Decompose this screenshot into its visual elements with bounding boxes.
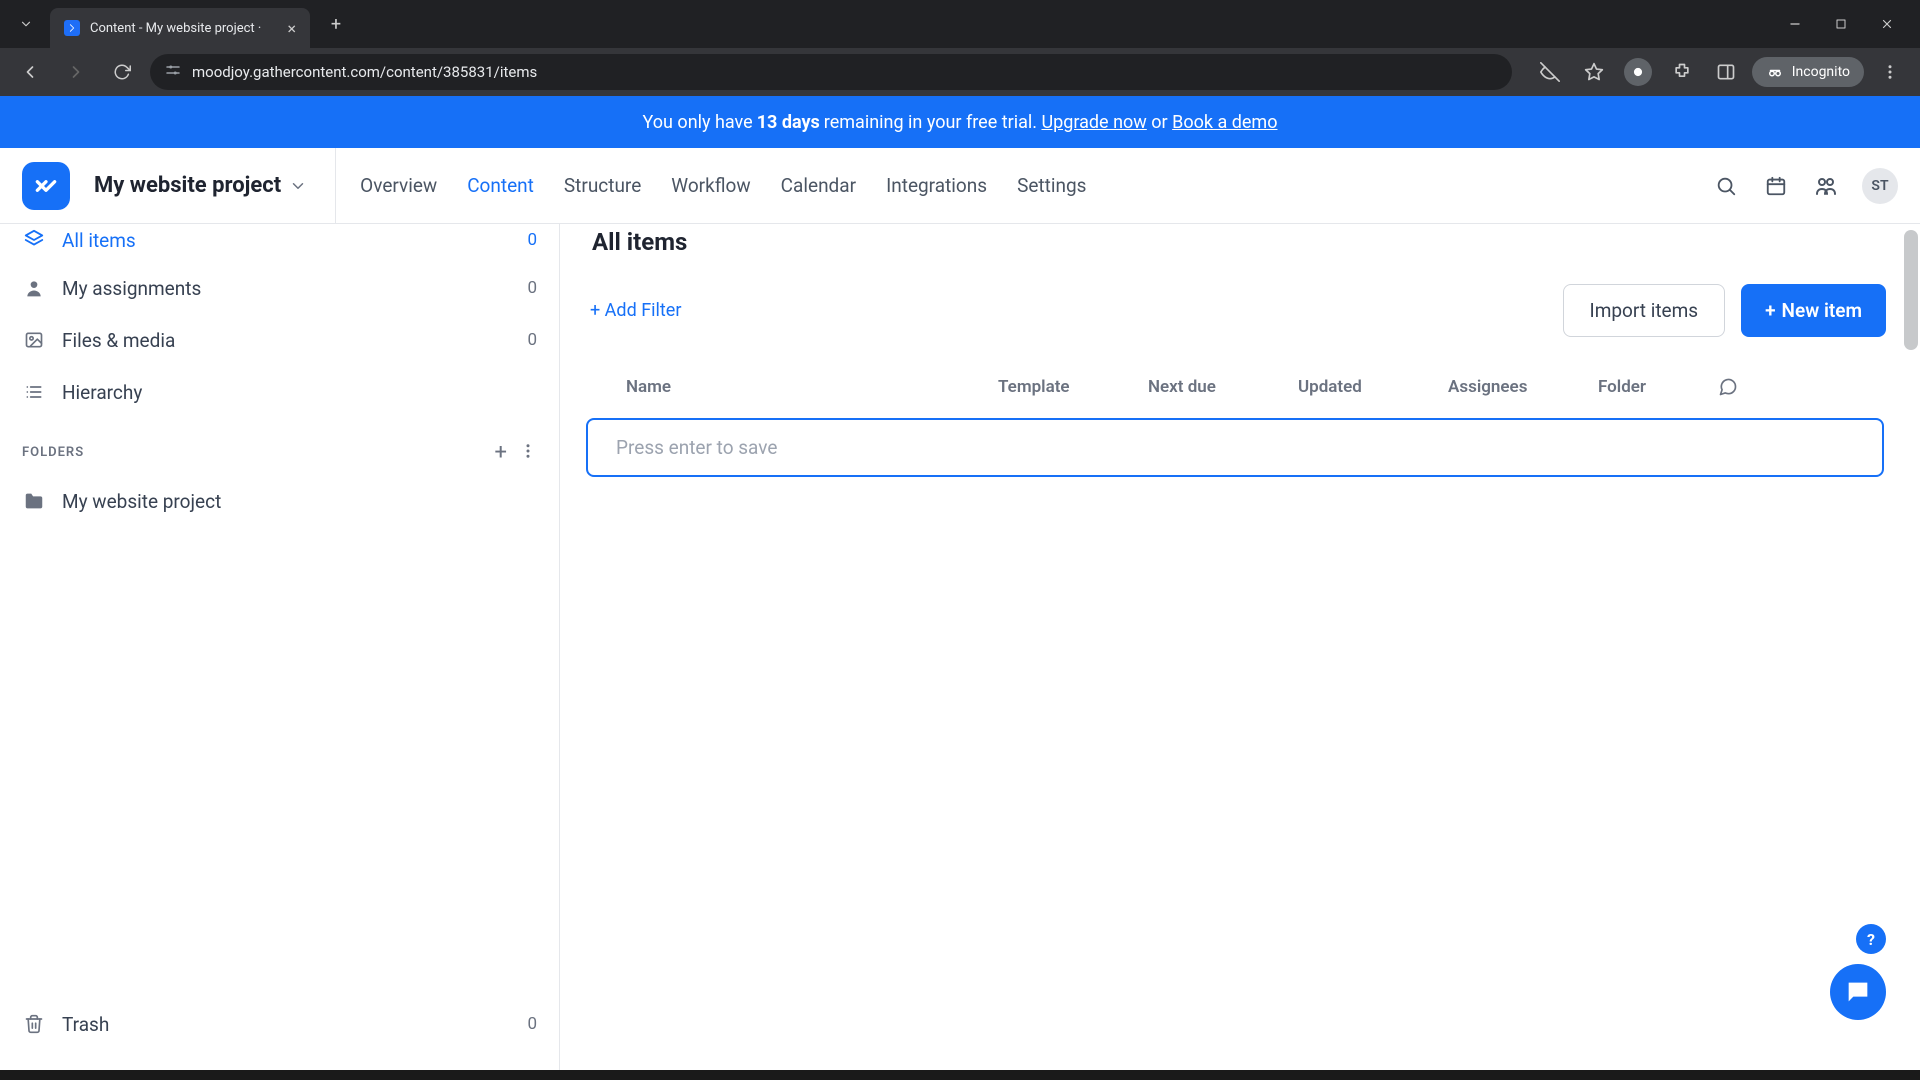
tab-title: Content - My website project · xyxy=(90,21,277,36)
app-header: My website project Overview Content Stru… xyxy=(0,148,1920,224)
tab-content[interactable]: Content xyxy=(467,174,534,197)
col-assignees[interactable]: Assignees xyxy=(1448,377,1598,402)
folders-title: FOLDERS xyxy=(22,445,495,460)
sidebar-item-hierarchy[interactable]: Hierarchy xyxy=(0,366,559,418)
url-text: moodjoy.gathercontent.com/content/385831… xyxy=(192,63,537,81)
banner-days: 13 days xyxy=(757,112,820,133)
os-taskbar xyxy=(0,1070,1920,1080)
tab-structure[interactable]: Structure xyxy=(564,174,641,197)
sidebar-folders-header: FOLDERS + xyxy=(0,418,559,475)
side-panel-icon[interactable] xyxy=(1708,54,1744,90)
hierarchy-icon xyxy=(22,380,46,404)
intercom-launcher[interactable] xyxy=(1830,964,1886,1020)
folder-icon xyxy=(22,489,46,513)
sidebar-item-my-assignments[interactable]: My assignments 0 xyxy=(0,262,559,314)
nav-tabs: Overview Content Structure Workflow Cale… xyxy=(360,174,1086,197)
calendar-icon[interactable] xyxy=(1762,172,1790,200)
tab-integrations[interactable]: Integrations xyxy=(886,174,987,197)
new-item-row xyxy=(586,418,1884,477)
help-widget: ? xyxy=(1830,924,1886,1020)
hide-trackers-icon[interactable] xyxy=(1532,54,1568,90)
sidebar-item-label: My assignments xyxy=(62,277,511,300)
app-logo[interactable] xyxy=(22,162,70,210)
browser-tabstrip: Content - My website project · × + xyxy=(0,0,1920,48)
col-name[interactable]: Name xyxy=(598,377,998,402)
window-minimize-icon[interactable] xyxy=(1772,8,1818,40)
project-name: My website project xyxy=(94,173,281,198)
upgrade-now-link[interactable]: Upgrade now xyxy=(1041,112,1146,133)
image-icon xyxy=(22,328,46,352)
tab-calendar[interactable]: Calendar xyxy=(781,174,856,197)
col-updated[interactable]: Updated xyxy=(1298,377,1448,402)
sidebar-item-files-media[interactable]: Files & media 0 xyxy=(0,314,559,366)
sidebar-item-count: 0 xyxy=(527,330,537,350)
site-settings-icon[interactable] xyxy=(164,61,182,83)
comments-icon[interactable] xyxy=(1718,377,1758,402)
address-bar[interactable]: moodjoy.gathercontent.com/content/385831… xyxy=(150,54,1512,90)
col-next-due[interactable]: Next due xyxy=(1148,377,1298,402)
sidebar-folder-item[interactable]: My website project xyxy=(0,475,559,527)
incognito-indicator[interactable]: Incognito xyxy=(1752,57,1864,87)
table-header: Name Template Next due Updated Assignees… xyxy=(584,359,1886,418)
trash-icon xyxy=(22,1012,46,1036)
new-item-button[interactable]: + New item xyxy=(1741,284,1886,337)
tabs-dropdown-button[interactable] xyxy=(10,8,42,40)
nav-back-button[interactable] xyxy=(12,54,48,90)
trial-banner: You only have 13 days remaining in your … xyxy=(0,96,1920,148)
add-filter-button[interactable]: + Add Filter xyxy=(590,300,681,321)
sidebar-item-count: 0 xyxy=(527,1014,537,1034)
search-icon[interactable] xyxy=(1712,172,1740,200)
banner-prefix: You only have xyxy=(643,112,753,133)
profile-avatar[interactable] xyxy=(1620,54,1656,90)
new-tab-button[interactable]: + xyxy=(322,10,350,38)
add-folder-button[interactable]: + xyxy=(495,440,507,465)
main-content: All items + Add Filter Import items + Ne… xyxy=(560,224,1920,1080)
sidebar: All items 0 My assignments 0 Files & med… xyxy=(0,224,560,1080)
user-avatar[interactable]: ST xyxy=(1862,168,1898,204)
new-item-label: New item xyxy=(1782,299,1862,322)
folders-more-icon[interactable] xyxy=(519,442,537,464)
close-tab-icon[interactable]: × xyxy=(287,19,296,38)
all-items-icon xyxy=(22,228,46,252)
scrollbar[interactable] xyxy=(1904,230,1918,350)
nav-forward-button[interactable] xyxy=(58,54,94,90)
sidebar-item-label: My website project xyxy=(62,490,537,513)
sidebar-item-count: 0 xyxy=(527,278,537,298)
person-icon xyxy=(22,276,46,300)
banner-or: or xyxy=(1151,112,1167,133)
window-close-icon[interactable] xyxy=(1864,8,1910,40)
sidebar-item-all-items[interactable]: All items 0 xyxy=(0,224,559,262)
col-folder[interactable]: Folder xyxy=(1598,377,1718,402)
help-question-icon[interactable]: ? xyxy=(1856,924,1886,954)
sidebar-item-label: Trash xyxy=(62,1013,511,1036)
content-toolbar: + Add Filter Import items + New item xyxy=(584,272,1886,359)
sidebar-item-trash[interactable]: Trash 0 xyxy=(0,998,559,1050)
people-icon[interactable] xyxy=(1812,172,1840,200)
banner-middle: remaining in your free trial. xyxy=(824,112,1037,133)
nav-reload-button[interactable] xyxy=(104,54,140,90)
window-maximize-icon[interactable] xyxy=(1818,8,1864,40)
page-title: All items xyxy=(584,224,1886,272)
sidebar-item-label: Hierarchy xyxy=(62,381,537,404)
tab-workflow[interactable]: Workflow xyxy=(671,174,750,197)
sidebar-item-label: Files & media xyxy=(62,329,511,352)
browser-toolbar: moodjoy.gathercontent.com/content/385831… xyxy=(0,48,1920,96)
col-template[interactable]: Template xyxy=(998,377,1148,402)
project-switcher[interactable]: My website project xyxy=(94,148,336,224)
gathercontent-favicon xyxy=(64,20,80,36)
book-demo-link[interactable]: Book a demo xyxy=(1172,112,1277,133)
import-items-button[interactable]: Import items xyxy=(1563,284,1726,337)
browser-menu-icon[interactable] xyxy=(1872,54,1908,90)
incognito-label: Incognito xyxy=(1792,64,1850,80)
new-item-name-input[interactable] xyxy=(602,428,1868,467)
browser-tab[interactable]: Content - My website project · × xyxy=(50,8,310,48)
bookmark-star-icon[interactable] xyxy=(1576,54,1612,90)
tab-overview[interactable]: Overview xyxy=(360,174,437,197)
tab-settings[interactable]: Settings xyxy=(1017,174,1086,197)
extensions-icon[interactable] xyxy=(1664,54,1700,90)
plus-icon: + xyxy=(1765,299,1775,322)
sidebar-item-count: 0 xyxy=(527,230,537,250)
sidebar-item-label: All items xyxy=(62,229,511,252)
